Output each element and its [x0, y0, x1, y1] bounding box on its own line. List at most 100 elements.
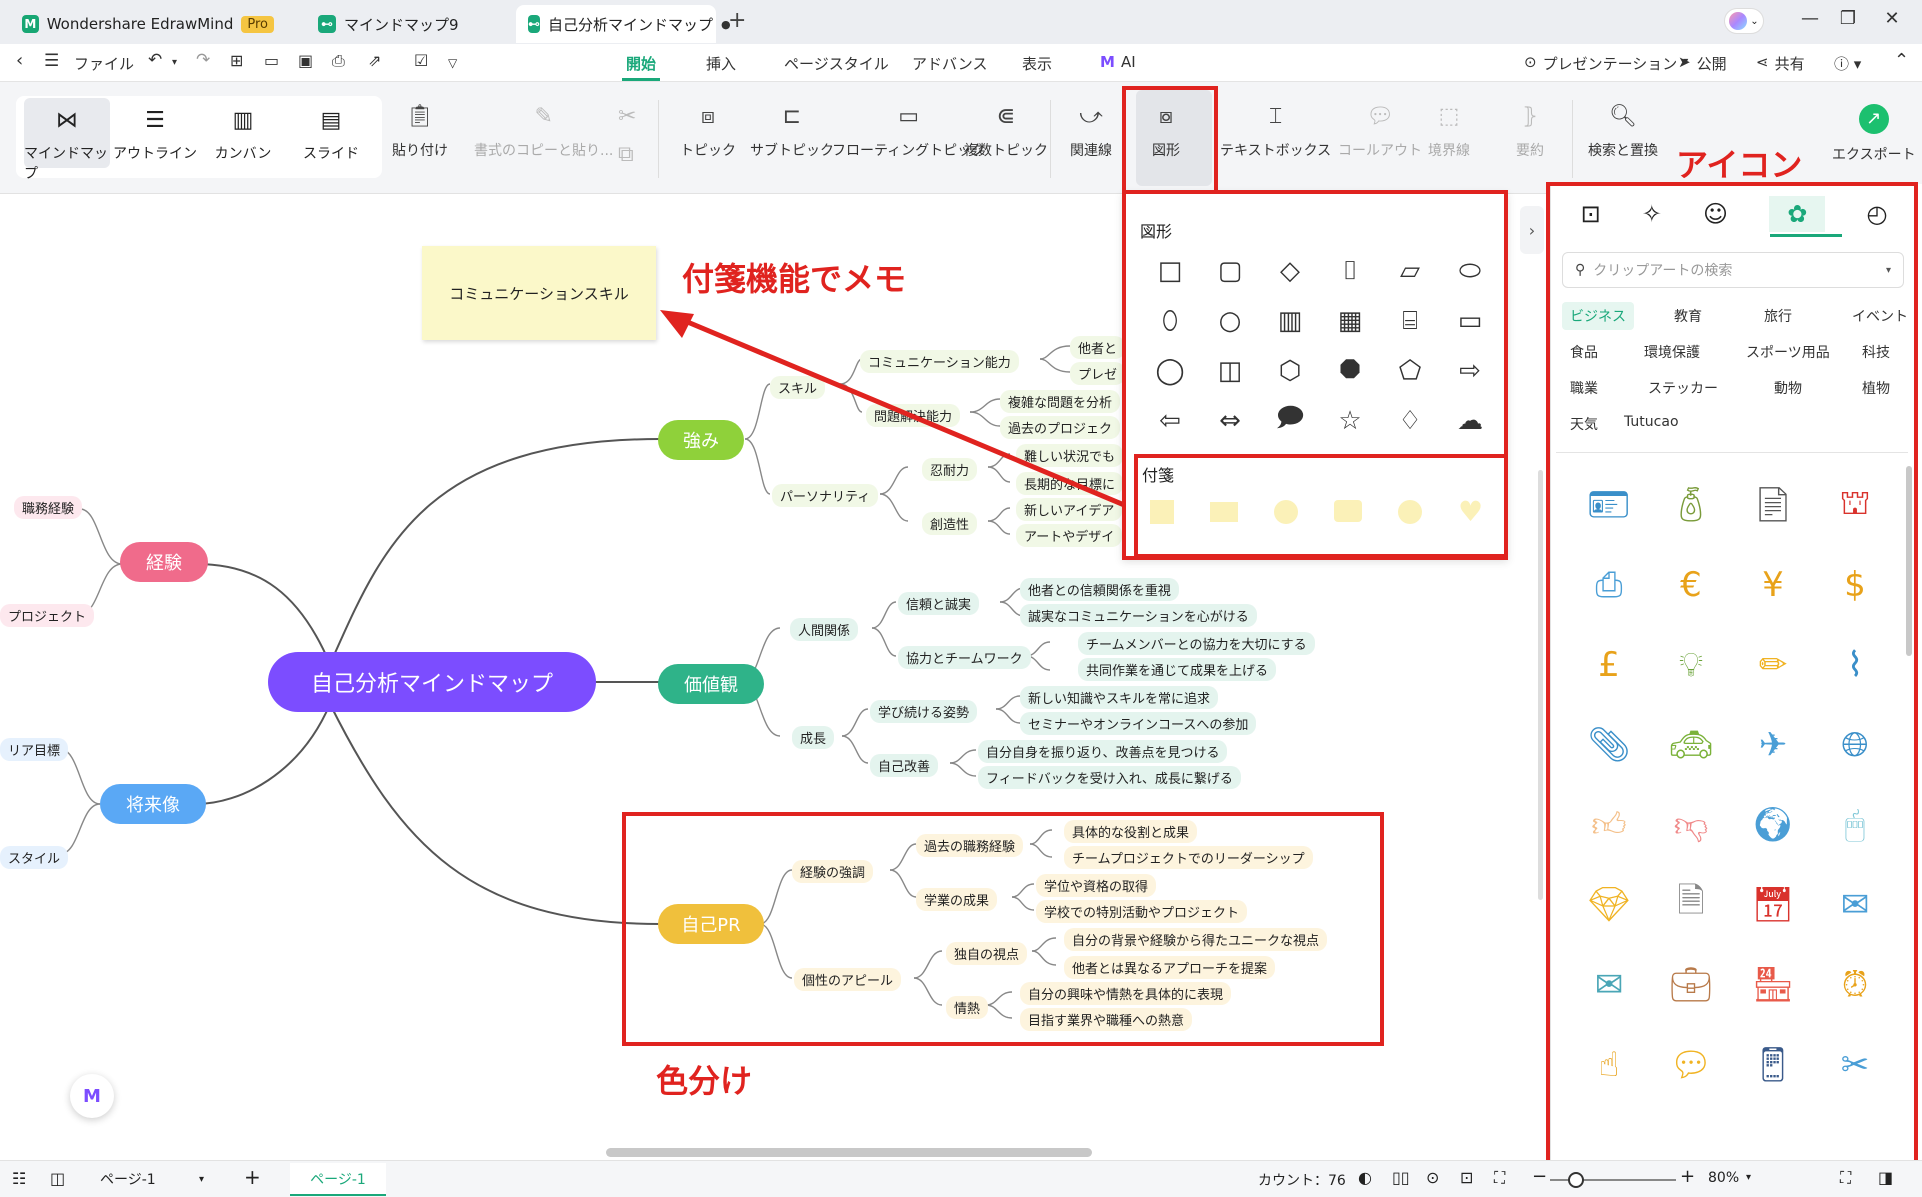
tab-ai[interactable]: M AI: [1100, 53, 1136, 71]
page-thumbnail-icon[interactable]: ◫: [50, 1169, 65, 1188]
ai-assistant-button[interactable]: M: [70, 1074, 114, 1118]
mouse-icon[interactable]: 🖱︎: [1828, 798, 1882, 852]
new-icon[interactable]: ⊞: [230, 51, 243, 70]
zoom-in-button[interactable]: +: [1680, 1166, 1695, 1187]
subtopic[interactable]: プロジェクト: [0, 604, 95, 627]
internal-storage-shape-icon[interactable]: ▦: [1320, 304, 1380, 338]
paste-button[interactable]: 📋︎ 貼り付け: [392, 104, 448, 160]
fit-page-icon[interactable]: ⊡: [1460, 1168, 1473, 1187]
chat-bubble-icon[interactable]: 💬︎: [1664, 1038, 1718, 1092]
gem-shape-icon[interactable]: ♢: [1380, 404, 1440, 438]
hamburger-icon[interactable]: ☰: [44, 51, 59, 71]
sticky-oval-icon[interactable]: [1398, 500, 1422, 524]
stamp-icon[interactable]: ⛫: [1828, 478, 1882, 532]
stapler-icon[interactable]: ⌇: [1828, 638, 1882, 692]
tab-advanced[interactable]: アドバンス: [912, 53, 987, 74]
card-shape-icon[interactable]: ▭: [1440, 304, 1500, 338]
zoom-slider-handle[interactable]: [1568, 1172, 1584, 1188]
open-folder-icon[interactable]: ▭: [264, 51, 279, 70]
subtopic[interactable]: 職務経験: [14, 496, 83, 519]
topic-values[interactable]: 価値観: [658, 664, 764, 704]
view-slide-button[interactable]: ▤ スライド: [288, 98, 374, 168]
process-shape-icon[interactable]: ▥: [1260, 304, 1320, 338]
floating-topic-button[interactable]: ▭ フローティングトピック: [832, 104, 985, 160]
tab-view[interactable]: 表示: [1022, 53, 1052, 74]
glue-bottle-icon[interactable]: 🧴︎: [1664, 478, 1718, 532]
briefcase-icon[interactable]: 💼︎: [1664, 958, 1718, 1012]
subtopic[interactable]: 信頼と誠実: [898, 592, 980, 615]
page-list-icon[interactable]: ☷: [12, 1169, 26, 1188]
clipart-search-input[interactable]: ⚲ クリップアートの検索 ▾: [1562, 252, 1904, 288]
thumbs-up-icon[interactable]: 👍︎: [1582, 798, 1636, 852]
resume-icon[interactable]: 📄︎: [1746, 478, 1800, 532]
multi-topic-button[interactable]: ⋐ 複数トピック: [964, 104, 1048, 160]
calendar-icon[interactable]: 📅︎: [1746, 878, 1800, 932]
page-tab[interactable]: ページ-1: [290, 1163, 386, 1196]
category-tech[interactable]: 科技: [1862, 342, 1890, 362]
new-tab-button[interactable]: +: [728, 8, 746, 33]
display-shape-icon[interactable]: ◫: [1200, 354, 1260, 388]
textbox-button[interactable]: ⌶ テキストボックス: [1220, 104, 1331, 160]
chevron-down-icon[interactable]: ▾: [1746, 1172, 1751, 1183]
sticker-icon[interactable]: ☺: [1703, 200, 1728, 228]
summary-button[interactable]: ⦄ 要約: [1516, 104, 1544, 160]
pencil-icon[interactable]: ✏: [1746, 638, 1800, 692]
topic-future[interactable]: 将来像: [100, 784, 206, 824]
subtopic[interactable]: 協力とチームワーク: [898, 646, 1031, 669]
double-arrow-shape-icon[interactable]: ⇔: [1200, 404, 1260, 438]
category-occupation[interactable]: 職業: [1570, 378, 1598, 398]
topic-button[interactable]: ⧈ トピック: [680, 104, 736, 160]
airplane-icon[interactable]: ✈: [1746, 718, 1800, 772]
collapse-ribbon-icon[interactable]: ⌃: [1894, 50, 1909, 71]
magnifier-shape-icon[interactable]: ◯: [1140, 354, 1200, 388]
checkbox-icon[interactable]: ☑: [414, 51, 428, 70]
star-shape-icon[interactable]: ☆: [1320, 404, 1380, 438]
cut-button[interactable]: ✂: [618, 104, 636, 130]
globe-stand-icon[interactable]: 🌐︎: [1828, 718, 1882, 772]
category-environment[interactable]: 環境保護: [1644, 342, 1700, 362]
view-mindmap-button[interactable]: ⋈ マインドマップ: [24, 98, 110, 182]
play-icon[interactable]: ⊙: [1426, 1168, 1439, 1187]
scissors-icon[interactable]: ✂: [1828, 1038, 1882, 1092]
subtopic[interactable]: スタイル: [0, 846, 69, 869]
category-tutucao[interactable]: Tutucao: [1624, 414, 1679, 430]
octagon-shape-icon[interactable]: ⯃: [1320, 354, 1380, 388]
category-sticker[interactable]: ステッカー: [1648, 378, 1718, 398]
central-topic[interactable]: 自己分析マインドマップ: [268, 652, 596, 712]
export-share-icon[interactable]: ⇗: [368, 51, 381, 70]
undo-dropdown-icon[interactable]: ▾: [172, 57, 177, 68]
tab-insert[interactable]: 挿入: [706, 53, 736, 74]
subtopic[interactable]: フィードバックを受け入れ、成長に繋げる: [978, 766, 1241, 789]
yen-coin-icon[interactable]: ¥: [1746, 558, 1800, 612]
ellipse-shape-icon[interactable]: ⬯: [1140, 304, 1200, 338]
open-envelope-icon[interactable]: ✉: [1828, 878, 1882, 932]
tab-page-style[interactable]: ページスタイル: [784, 53, 889, 74]
file-menu[interactable]: ファイル: [74, 53, 134, 74]
alarm-clock-icon[interactable]: ⏰︎: [1828, 958, 1882, 1012]
rectangle-shape-icon[interactable]: □: [1140, 254, 1200, 288]
save-icon[interactable]: ▣: [298, 51, 313, 70]
document-shape-icon[interactable]: ⌷: [1320, 254, 1380, 288]
subtopic[interactable]: 他者との信頼関係を重視: [1020, 578, 1179, 601]
desk-lamp-icon[interactable]: 💡︎: [1664, 638, 1718, 692]
sticky-note[interactable]: コミュニケーションスキル: [422, 246, 656, 340]
zoom-level[interactable]: 80%: [1708, 1170, 1739, 1186]
subtopic[interactable]: 自己改善: [870, 754, 939, 777]
subtopic[interactable]: セミナーやオンラインコースへの参加: [1020, 712, 1257, 735]
pound-bag-icon[interactable]: £: [1582, 638, 1636, 692]
subtopic[interactable]: 自分自身を振り返り、改善点を見つける: [978, 740, 1228, 763]
category-business[interactable]: ビジネス: [1562, 302, 1634, 330]
add-page-button[interactable]: +: [244, 1165, 261, 1189]
category-plant[interactable]: 植物: [1862, 378, 1890, 398]
boundary-button[interactable]: ⬚ 境界線: [1428, 104, 1470, 160]
presentation-button[interactable]: ⊙ プレゼンテーション ▾: [1524, 53, 1688, 74]
close-icon[interactable]: ✕: [1872, 8, 1912, 29]
subtopic[interactable]: 学び続ける姿勢: [870, 700, 978, 723]
zoom-out-button[interactable]: −: [1532, 1166, 1547, 1187]
category-sports[interactable]: スポーツ用品: [1746, 342, 1830, 362]
fullscreen-icon[interactable]: ⛶: [1494, 1168, 1505, 1188]
view-kanban-button[interactable]: ▥ カンバン: [200, 98, 286, 168]
tab-start[interactable]: 開始: [626, 53, 656, 74]
subtopic-button[interactable]: ⊏ サブトピック: [750, 104, 834, 160]
shop-icon[interactable]: 🏪︎: [1746, 958, 1800, 1012]
